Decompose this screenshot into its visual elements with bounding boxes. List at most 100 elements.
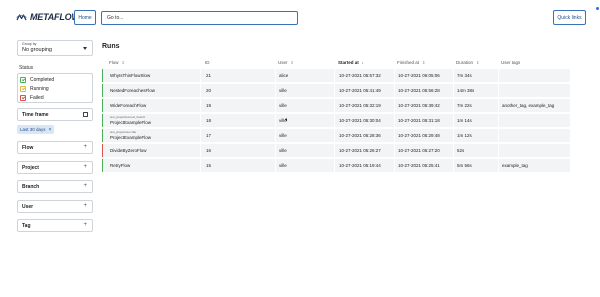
column-divider — [453, 69, 454, 82]
metaflow-logo[interactable]: METAFLOW — [16, 12, 80, 22]
table-row[interactable]: test_project/user.ville ProjectExampleFlo… — [102, 129, 570, 142]
column-label: Finished at — [397, 60, 420, 65]
running-checkbox[interactable] — [20, 86, 26, 92]
run-id-cell: 20 — [206, 88, 212, 93]
sort-icon: ⇕ — [121, 59, 125, 65]
finished-at-cell: 10-27-2021 05:56:28 — [398, 88, 440, 93]
column-header-started[interactable]: Started at ↓ — [338, 60, 364, 65]
column-divider — [394, 114, 395, 127]
filter-label: User — [22, 204, 34, 210]
logo-text: METAFLOW — [30, 12, 80, 22]
column-divider — [200, 114, 201, 127]
flow-cell[interactable]: test_project/user.ville ProjectExampleFlo… — [110, 129, 151, 142]
run-id-cell: 21 — [206, 73, 212, 78]
column-divider — [453, 84, 454, 97]
flow-name: DivideByZeroFlow — [110, 148, 147, 153]
table-row[interactable]: DivideByZeroFlow 16 ville 10-27-2021 05:26:… — [102, 144, 570, 157]
finished-at-cell: 10-27-2021 05:27:20 — [398, 148, 440, 153]
column-divider — [275, 69, 276, 82]
filter-user[interactable]: User + — [17, 200, 93, 213]
user-cell: ville — [279, 103, 287, 108]
flow-name: WhyIsThisFlowSlow — [110, 73, 151, 78]
status-failed[interactable]: Failed — [20, 94, 44, 102]
flow-cell[interactable]: WideForeachFlow — [110, 99, 146, 112]
duration-cell: 7m 34s — [457, 73, 472, 78]
started-at-cell: 10-27-2021 05:57:32 — [339, 73, 381, 78]
table-row[interactable]: WideForeachFlow 19 ville 10-27-2021 05:32:1… — [102, 99, 570, 112]
flow-name: ProjectExampleFlow — [110, 134, 152, 140]
flow-cell[interactable]: WhyIsThisFlowSlow — [110, 69, 150, 82]
status-label: Running — [30, 86, 49, 92]
flow-name: RetryFlow — [110, 163, 131, 168]
status-running[interactable]: Running — [20, 85, 49, 93]
run-id-cell: 15 — [206, 163, 212, 168]
flow-cell[interactable]: test_project/test.test_branch ProjectExam… — [110, 114, 151, 127]
table-row[interactable]: RetryFlow 15 ville 10-27-2021 05:19:44 10-27… — [102, 159, 570, 172]
column-divider — [200, 159, 201, 172]
quick-links-button[interactable]: Quick links — [553, 10, 586, 25]
duration-cell: 5m 56s — [457, 163, 472, 168]
flow-cell[interactable]: NestedForeachesFlow — [110, 84, 155, 97]
completed-checkbox[interactable] — [20, 77, 26, 83]
user-tags-cell: another_tag, example_tag — [502, 103, 555, 108]
flow-cell[interactable]: RetryFlow — [110, 159, 130, 172]
column-divider — [453, 159, 454, 172]
column-divider — [498, 129, 499, 142]
column-divider — [498, 144, 499, 157]
time-frame-label: Time frame — [22, 112, 49, 118]
close-icon[interactable]: × — [49, 127, 52, 133]
column-header-finished[interactable]: Finished at ⇕ — [397, 60, 425, 65]
time-frame-filter[interactable]: Time frame — [17, 108, 93, 121]
column-divider — [275, 99, 276, 112]
finished-at-cell: 10-27-2021 06:05:06 — [398, 73, 440, 78]
status-completed[interactable]: Completed — [20, 76, 54, 84]
column-label: ID — [205, 60, 210, 65]
sort-icon: ⇕ — [422, 59, 426, 65]
table-row[interactable]: test_project/test.test_branch ProjectExam… — [102, 114, 570, 127]
failed-checkbox[interactable] — [20, 95, 26, 101]
column-divider — [394, 99, 395, 112]
column-divider — [334, 114, 335, 127]
plus-icon[interactable]: + — [83, 203, 87, 209]
status-label: Completed — [30, 77, 55, 83]
table-row[interactable]: NestedForeachesFlow 20 ville 10-27-2021 05:… — [102, 84, 570, 97]
column-divider — [498, 114, 499, 127]
run-id-cell: 16 — [206, 148, 212, 153]
calendar-icon[interactable] — [83, 112, 88, 117]
check-icon — [21, 86, 25, 91]
finished-at-cell: 10-27-2021 05:31:18 — [398, 118, 440, 123]
column-divider — [275, 159, 276, 172]
goto-search-input[interactable]: Go to... — [101, 11, 298, 25]
user-cell: ville — [279, 163, 287, 168]
filter-branch[interactable]: Branch + — [17, 180, 93, 193]
column-divider — [275, 144, 276, 157]
home-button[interactable]: Home — [74, 10, 96, 25]
run-id-cell: 17 — [206, 133, 212, 138]
group-by-select[interactable]: Group by No grouping — [17, 40, 93, 56]
chip-label: Last 30 days — [20, 127, 46, 132]
column-divider — [334, 144, 335, 157]
column-header-flow[interactable]: Flow ⇕ — [109, 60, 125, 65]
time-frame-chip[interactable]: Last 30 days × — [17, 125, 55, 134]
column-divider — [334, 129, 335, 142]
column-header-duration[interactable]: Duration ⇕ — [456, 60, 479, 65]
plus-icon[interactable]: + — [83, 183, 87, 189]
column-divider — [394, 129, 395, 142]
started-at-cell: 10-27-2021 05:28:36 — [339, 133, 381, 138]
plus-icon[interactable]: + — [83, 164, 87, 170]
plus-icon[interactable]: + — [83, 144, 87, 150]
column-header-id[interactable]: ID — [205, 60, 213, 65]
filter-tag[interactable]: Tag + — [17, 219, 93, 232]
flow-name: NestedForeachesFlow — [110, 88, 156, 93]
filter-project[interactable]: Project + — [17, 161, 93, 174]
column-divider — [453, 114, 454, 127]
column-divider — [394, 144, 395, 157]
flow-cell[interactable]: DivideByZeroFlow — [110, 144, 147, 157]
column-header-user[interactable]: User ⇕ — [278, 60, 294, 65]
sort-desc-icon: ↓ — [361, 59, 364, 65]
plus-icon[interactable]: + — [83, 222, 87, 228]
user-cell: ville — [279, 133, 287, 138]
filter-flow[interactable]: Flow + — [17, 141, 93, 154]
runs-table: Flow ⇕ ID User ⇕ Started at ↓ Finished at ⇕ … — [102, 57, 570, 172]
table-row[interactable]: WhyIsThisFlowSlow 21 alice 10-27-2021 05:57… — [102, 69, 570, 82]
